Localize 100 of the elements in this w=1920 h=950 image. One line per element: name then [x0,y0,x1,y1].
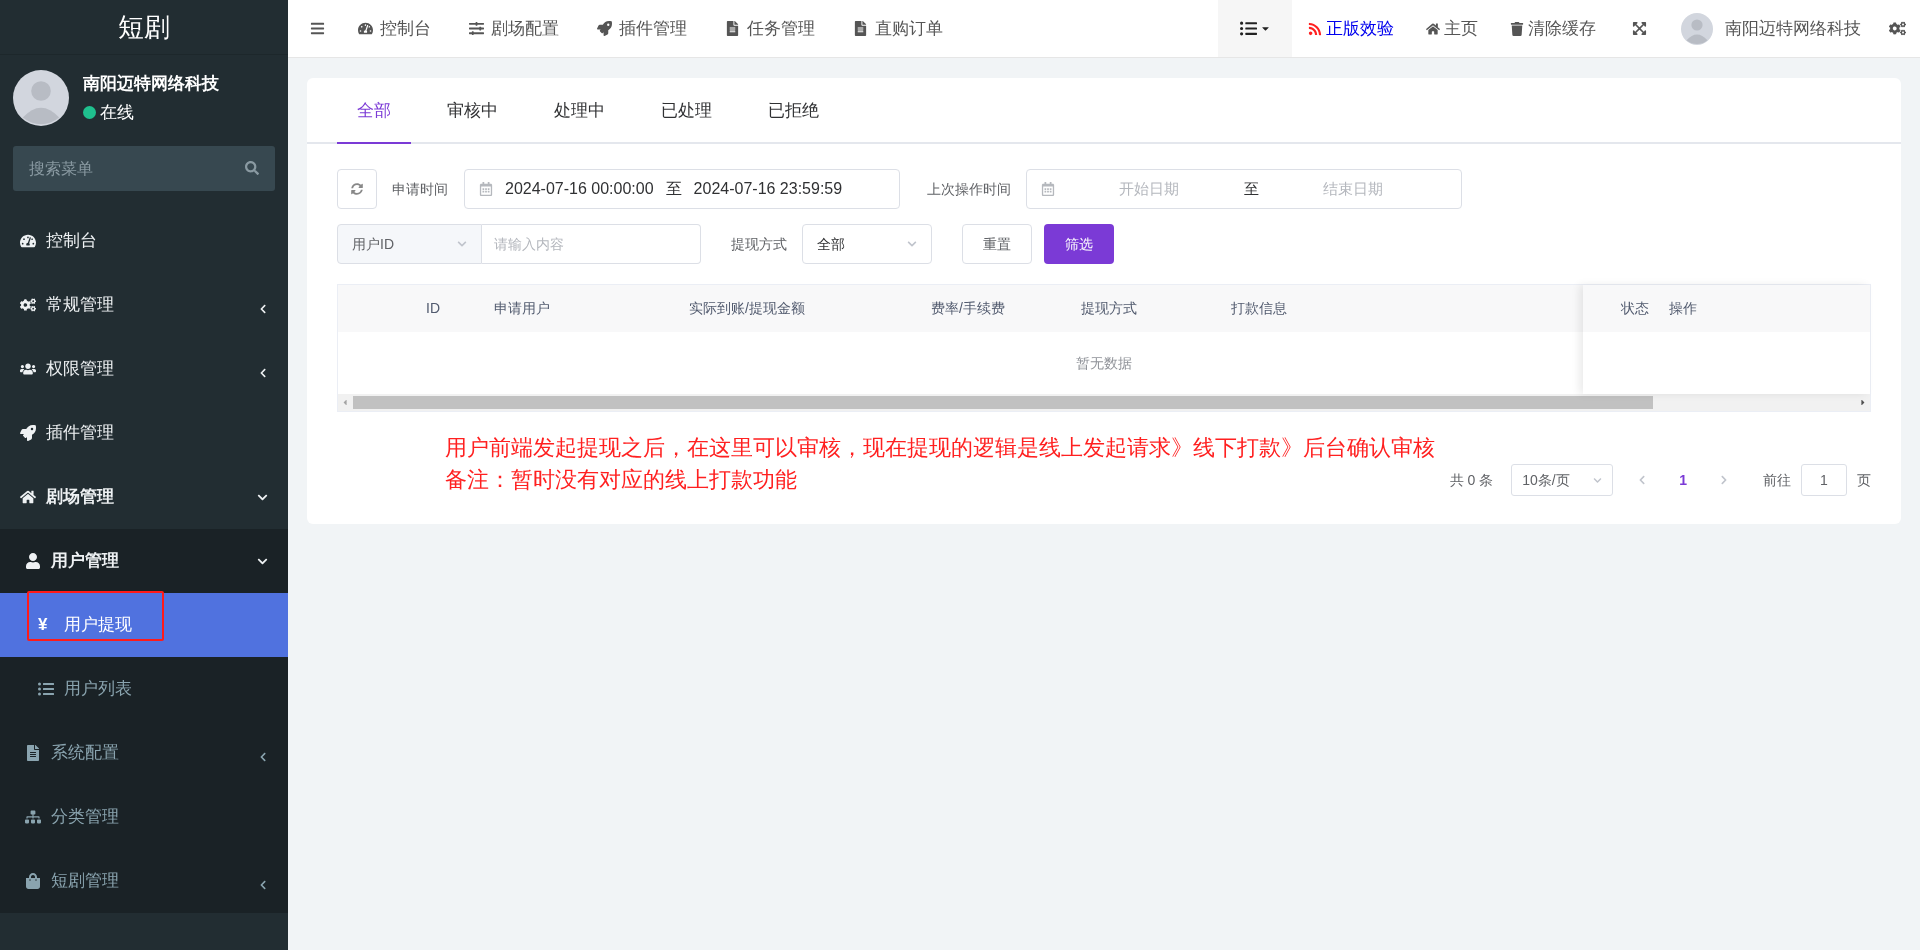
home-icon [1426,21,1440,36]
rocket-icon [20,425,36,441]
user-avatar [1681,12,1713,45]
date-end: 2024-07-16 23:59:59 [693,179,843,199]
date-placeholder: 开始日期 [1118,178,1181,199]
menu-dropdown[interactable] [1218,0,1292,57]
menu-item[interactable]: 系统配置 [0,721,288,785]
date-placeholder: 结束日期 [1321,178,1384,199]
keyword-field[interactable]: 请输入内容 [482,224,701,264]
tab[interactable]: 已拒绝 [748,98,839,144]
menu-label: 控制台 [46,230,98,253]
refresh-icon [351,183,363,195]
tab[interactable]: 处理中 [534,98,625,144]
bag-icon [25,873,41,889]
reset-button[interactable]: 重置 [962,224,1032,264]
range-separator: 至 [1243,178,1259,199]
menu-label: 剧场管理 [46,486,115,509]
chevron-down-icon [907,239,917,249]
total-count: 共 0 条 [1449,470,1494,490]
range-separator: 至 [665,179,682,199]
date-range-field[interactable]: 开始日期 至 结束日期 [1026,169,1462,209]
document-icon [25,745,41,761]
tab[interactable]: 已处理 [641,98,732,144]
filter-label: 上次操作时间 [927,179,1011,199]
date-range-field[interactable]: 2024-07-16 00:00:00 至 2024-07-16 23:59:59 [464,169,900,209]
next-page-icon [1719,475,1729,485]
calendar-icon [1041,182,1055,196]
sitemap-icon [25,809,41,825]
menu-item[interactable]: 控制台 [0,209,288,273]
menu-item[interactable]: 用户管理 [0,529,288,593]
field-select[interactable]: 用户ID [337,224,482,264]
column-header: 状态 [1620,299,1650,318]
menu-label: 插件管理 [46,422,115,445]
menu-label: 权限管理 [46,358,115,381]
page-jump-field[interactable]: 1 [1801,464,1847,496]
user-name: 南阳迈特网络科技 [83,72,219,95]
scroll-right-icon [1858,398,1867,407]
nav-link[interactable]: 插件管理 [585,0,699,57]
nav-link[interactable]: 任务管理 [713,0,827,57]
users-icon [20,361,36,377]
menu-item[interactable]: 插件管理 [0,401,288,465]
sliders-icon [469,21,484,36]
column-header: 费率/手续费 [930,299,1006,318]
user-avatar [13,70,69,126]
menu-item[interactable]: 用户列表 [0,657,288,721]
nav-link[interactable]: 清除缓存 [1494,0,1612,57]
menu-item[interactable]: 常规管理 [0,273,288,337]
calendar-icon [479,182,493,196]
menu-label: 用户管理 [51,550,120,573]
search-field[interactable]: 搜索菜单 [13,146,275,191]
filter-label: 提现方式 [731,234,787,254]
page-size-select[interactable]: 10条/页 [1511,464,1614,496]
menu-label: 系统配置 [51,742,120,765]
document-icon [725,21,740,36]
trash-icon [1510,21,1524,36]
nav-link[interactable]: 直购订单 [841,0,955,57]
rss-icon [1308,21,1322,36]
date-start: 2024-07-16 00:00:00 [505,179,654,199]
rocket-icon [597,21,612,36]
column-header: 实际到账/提现金额 [688,299,806,318]
empty-message: 暂无数据 [1076,353,1132,373]
tab[interactable]: 审核中 [427,98,518,144]
menu-label: 用户提现 [64,614,133,637]
chevron-left-icon [258,368,268,378]
settings-icon [1889,20,1906,37]
scroll-left-icon [341,398,350,407]
yen-glyph: ¥ [38,614,49,637]
refresh-button[interactable] [337,169,377,209]
dashboard-icon [20,233,36,249]
column-header: 操作 [1669,299,1697,318]
chevron-left-icon [258,880,268,890]
horizontal-scrollbar[interactable] [338,394,1870,411]
menu-item[interactable]: 分类管理 [0,785,288,849]
column-header: 打款信息 [1230,299,1288,318]
user-menu[interactable]: 南阳迈特网络科技 [1667,0,1875,57]
filter-button[interactable]: 筛选 [1044,224,1114,264]
user-icon [25,553,41,569]
menu-item[interactable]: ¥ 用户提现 [0,593,288,657]
menu-item[interactable]: 短剧管理 [0,849,288,913]
column-header: 提现方式 [1080,299,1138,318]
column-header: ID [425,299,441,318]
menu-label: 用户列表 [64,678,133,701]
prev-page-icon [1637,475,1648,485]
document-icon [853,21,868,36]
menu-item[interactable]: 权限管理 [0,337,288,401]
tab[interactable]: 全部 [337,98,411,144]
nav-link[interactable]: 控制台 [346,0,443,57]
nav-link[interactable]: 主页 [1410,0,1494,57]
method-select[interactable]: 全部 [802,224,932,264]
menu-label: 分类管理 [51,806,120,829]
menu-item[interactable]: 剧场管理 [0,465,288,529]
nav-link[interactable]: 剧场配置 [457,0,571,57]
search-icon [245,161,259,175]
chevron-left-icon [258,752,268,762]
jump-suffix: 页 [1857,470,1871,490]
page-number[interactable]: 1 [1671,469,1695,491]
chevron-down-icon [1593,475,1603,485]
jump-label: 前往 [1763,470,1791,490]
column-header: 申请用户 [493,299,551,318]
nav-link[interactable]: 正版效验 [1292,0,1410,57]
